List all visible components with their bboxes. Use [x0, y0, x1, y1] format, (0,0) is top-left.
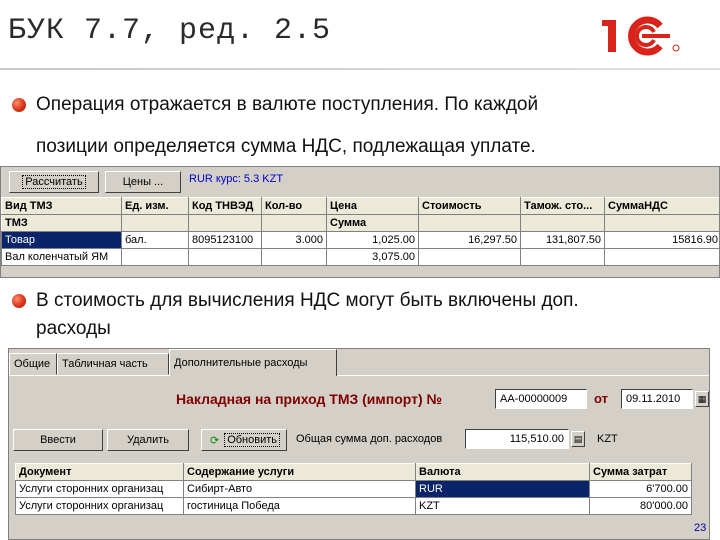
document-number-field[interactable]: АА-00000009: [495, 389, 587, 409]
currency-label: KZT: [597, 433, 618, 445]
calculate-button[interactable]: Рассчитать: [9, 171, 99, 193]
table-cell[interactable]: Вал коленчатый ЯМ: [1, 248, 122, 266]
column-header[interactable]: Код ТНВЭД: [188, 197, 262, 215]
calculator-icon[interactable]: ▤: [571, 431, 585, 447]
table-cell[interactable]: Товар: [1, 231, 122, 249]
bullet-2-line-2: расходы: [36, 318, 111, 339]
tab-table-part[interactable]: Табличная часть: [57, 353, 169, 375]
bullet-marker-2: [12, 294, 26, 308]
column-header: [261, 214, 327, 232]
total-expenses-field[interactable]: 115,510.00: [465, 429, 569, 449]
column-header[interactable]: Тамож. сто...: [520, 197, 605, 215]
column-header: [418, 214, 521, 232]
table-cell[interactable]: 16,297.50: [418, 231, 521, 249]
bullet-1-line-1: Операция отражается в валюте поступления…: [36, 94, 539, 115]
table-cell[interactable]: 3.000: [261, 231, 327, 249]
table-cell[interactable]: [261, 248, 327, 266]
table-cell[interactable]: RUR: [415, 480, 590, 498]
additional-expenses-panel: Общие Табличная часть Дополнительные рас…: [8, 348, 710, 540]
column-header[interactable]: Документ: [15, 463, 184, 481]
refresh-icon: ⟳: [209, 434, 220, 447]
table-cell[interactable]: 6'700.00: [589, 480, 692, 498]
expenses-table: Документ Содержание услуги Валюта Сумма …: [15, 463, 692, 515]
table-cell[interactable]: 80'000.00: [589, 497, 692, 515]
date-from-label: от: [594, 391, 608, 406]
table-header-row: Документ Содержание услуги Валюта Сумма …: [15, 463, 692, 481]
column-header: [604, 214, 719, 232]
table-row[interactable]: Товар бал. 8095123100 3.000 1,025.00 16,…: [1, 231, 719, 249]
column-header[interactable]: ТМЗ: [1, 214, 122, 232]
delete-button[interactable]: Удалить: [107, 429, 189, 451]
table-cell[interactable]: 15816.90: [604, 231, 719, 249]
table-cell[interactable]: [188, 248, 262, 266]
bullet-marker-1: [12, 98, 26, 112]
column-header: [520, 214, 605, 232]
table-row[interactable]: Вал коленчатый ЯМ 3,075.00: [1, 248, 719, 266]
goods-table: Вид ТМЗ Ед. изм. Код ТНВЭД Кол-во Цена С…: [1, 197, 719, 266]
table-cell[interactable]: Услуги сторонних организац: [15, 480, 184, 498]
prices-button[interactable]: Цены ...: [105, 171, 181, 193]
slide-title: БУК 7.7, ред. 2.5: [8, 14, 332, 48]
column-header[interactable]: СуммаНДС: [604, 197, 719, 215]
column-header[interactable]: Сумма: [326, 214, 419, 232]
refresh-button[interactable]: ⟳ Обновить: [201, 429, 287, 451]
column-header[interactable]: Цена: [326, 197, 419, 215]
table-cell[interactable]: [121, 248, 189, 266]
bullet-2-line-1: В стоимость для вычисления НДС могут быт…: [36, 290, 579, 311]
table-header-row: Вид ТМЗ Ед. изм. Код ТНВЭД Кол-во Цена С…: [1, 197, 719, 215]
table-cell[interactable]: [604, 248, 719, 266]
tab-additional-expenses[interactable]: Дополнительные расходы: [169, 349, 337, 376]
tab-divider: [9, 375, 709, 376]
column-header[interactable]: Ед. изм.: [121, 197, 189, 215]
table-cell[interactable]: бал.: [121, 231, 189, 249]
slide-title-bar: БУК 7.7, ред. 2.5: [0, 0, 720, 70]
column-header[interactable]: Сумма затрат: [589, 463, 692, 481]
1c-logo-icon: [602, 16, 680, 56]
column-header: [188, 214, 262, 232]
bullet-1-line-2: позиции определяется сумма НДС, подлежащ…: [36, 136, 536, 157]
table-cell[interactable]: [520, 248, 605, 266]
goods-table-panel: Рассчитать Цены ... RUR курс: 5.3 KZT Ви…: [0, 166, 720, 278]
column-header[interactable]: Вид ТМЗ: [1, 197, 122, 215]
table-cell[interactable]: [418, 248, 521, 266]
calendar-icon[interactable]: ▦: [695, 391, 709, 407]
table-cell[interactable]: 131,807.50: [520, 231, 605, 249]
column-header[interactable]: Валюта: [415, 463, 590, 481]
table-header-row: ТМЗ Сумма: [1, 214, 719, 232]
tab-general[interactable]: Общие: [9, 353, 57, 375]
total-expenses-label: Общая сумма доп. расходов: [296, 433, 443, 445]
table-row[interactable]: Услуги сторонних организац гостиница Поб…: [15, 497, 692, 515]
table-cell[interactable]: гостиница Победа: [183, 497, 416, 515]
column-header[interactable]: Содержание услуги: [183, 463, 416, 481]
table-cell[interactable]: 8095123100: [188, 231, 262, 249]
column-header: [121, 214, 189, 232]
enter-button[interactable]: Ввести: [13, 429, 103, 451]
tab-strip: Общие Табличная часть Дополнительные рас…: [9, 349, 709, 377]
table-cell[interactable]: KZT: [415, 497, 590, 515]
column-header[interactable]: Кол-во: [261, 197, 327, 215]
table-cell[interactable]: 1,025.00: [326, 231, 419, 249]
table-cell[interactable]: Сибирт-Авто: [183, 480, 416, 498]
currency-rate-label: RUR курс: 5.3 KZT: [189, 173, 284, 185]
title-divider: [0, 68, 720, 70]
page-number: 23: [694, 522, 707, 534]
document-title: Накладная на приход ТМЗ (импорт) №: [176, 391, 443, 407]
document-date-field[interactable]: 09.11.2010: [621, 389, 693, 409]
table-cell[interactable]: Услуги сторонних организац: [15, 497, 184, 515]
table-row[interactable]: Услуги сторонних организац Сибирт-Авто R…: [15, 480, 692, 498]
column-header[interactable]: Стоимость: [418, 197, 521, 215]
table-cell[interactable]: 3,075.00: [326, 248, 419, 266]
